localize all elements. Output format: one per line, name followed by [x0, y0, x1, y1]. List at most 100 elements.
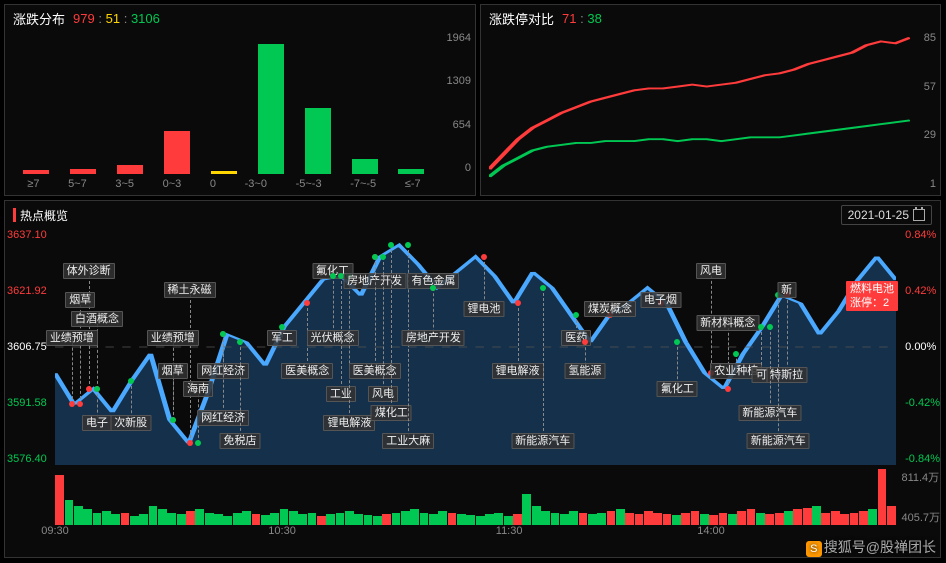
hot-tag[interactable]: 新能源汽车 [738, 405, 801, 421]
hot-tag[interactable]: 煤化工 [371, 405, 412, 421]
hot-tag[interactable]: 医美概念 [349, 363, 401, 379]
volume-bar [681, 513, 690, 525]
hot-tag[interactable]: 锂电解液 [323, 415, 375, 431]
dist-bar [70, 169, 96, 174]
volume-bar [214, 514, 223, 525]
highlight-tag[interactable]: 燃料电池 涨停：2 [846, 281, 898, 311]
hot-tag[interactable]: 业绩预增 [46, 330, 98, 346]
hot-tag[interactable]: 工业 [326, 386, 356, 402]
hot-dot [674, 339, 680, 345]
hot-tag[interactable]: 海南 [183, 381, 213, 397]
hot-volume-chart: 811.4万405.7万 [55, 469, 896, 525]
dist-bar [258, 44, 284, 174]
volume-bar [747, 509, 756, 525]
dist-x-label: 5~7 [68, 178, 87, 190]
dist-x-labels: ≥75~73~50~30-3~0-5~-3-7~-5≤-7 [13, 178, 435, 190]
hot-main-chart[interactable]: 3637.103621.923606.753591.583576.40 0.84… [55, 229, 896, 465]
volume-bar [186, 511, 195, 525]
tag-connector [375, 257, 376, 371]
dist-bar [23, 170, 49, 174]
hot-tag[interactable]: 体外诊断 [63, 263, 115, 279]
volume-bar [401, 511, 410, 525]
hot-dot [195, 440, 201, 446]
volume-bar [354, 514, 363, 525]
hot-tag[interactable]: 工业大麻 [382, 433, 434, 449]
hot-tag[interactable]: 锂电解液 [492, 363, 544, 379]
limit-chart: 8557291 [489, 32, 910, 190]
volume-bar [392, 513, 401, 525]
volume-bar [233, 513, 242, 525]
volume-bar [252, 514, 261, 525]
hot-dot [237, 339, 243, 345]
volume-bar [803, 508, 812, 525]
hot-dot [725, 386, 731, 392]
hot-tag[interactable]: 氟化工 [657, 381, 698, 397]
volume-bar [74, 506, 83, 525]
date-picker-button[interactable]: 2021-01-25 [841, 205, 932, 225]
limit-series-line [489, 38, 910, 170]
hot-right-tick: 0.42% [905, 285, 936, 297]
volume-bar [532, 506, 541, 525]
hot-tag[interactable]: 次新股 [110, 415, 151, 431]
dist-down-count: 3106 [131, 11, 160, 26]
hot-tag[interactable]: 白酒概念 [71, 311, 123, 327]
volume-bar [560, 514, 569, 525]
hot-tag[interactable]: 医美概念 [281, 363, 333, 379]
hot-tag[interactable]: 房地产开发 [402, 330, 465, 346]
tag-connector [333, 276, 334, 338]
distribution-title-row: 涨跌分布 979 : 51 : 3106 [5, 5, 475, 32]
hot-tag[interactable]: 新材料概念 [696, 315, 759, 331]
hot-tag[interactable]: 电子烟 [640, 292, 681, 308]
hot-tag[interactable]: 网红经济 [197, 410, 249, 426]
hot-right-axis: 0.84%0.42%0.00%-0.42%-0.84% [905, 229, 940, 465]
hot-dot [430, 285, 436, 291]
hot-tag[interactable]: 氢能源 [564, 363, 605, 379]
hot-tag[interactable]: 新能源汽车 [747, 433, 810, 449]
dist-bars [13, 44, 435, 174]
hot-tag[interactable]: 烟草 [65, 292, 95, 308]
volume-bar [653, 513, 662, 525]
volume-bar [476, 516, 485, 525]
volume-bar [270, 513, 279, 525]
volume-bar [812, 506, 821, 525]
hot-tag[interactable]: 风电 [368, 386, 398, 402]
hot-tag[interactable]: 锂电池 [463, 301, 504, 317]
volume-bar [691, 511, 700, 525]
volume-bar [457, 514, 466, 525]
hot-right-tick: 0.00% [905, 341, 936, 353]
hot-tag[interactable]: 新能源汽车 [511, 433, 574, 449]
hot-tag[interactable]: 稀土永磁 [164, 282, 216, 298]
hot-tag[interactable]: 免税店 [220, 433, 261, 449]
tag-connector [223, 334, 224, 417]
volume-bar [569, 511, 578, 525]
limit-y-ticks: 8557291 [924, 32, 936, 190]
volume-bar [887, 506, 896, 525]
hot-tag[interactable]: 新 [777, 282, 796, 298]
volume-bar [616, 509, 625, 525]
hot-dot [515, 300, 521, 306]
volume-bar [373, 516, 382, 525]
volume-bar [177, 514, 186, 525]
volume-bar [149, 506, 158, 525]
hot-tag[interactable]: 烟草 [158, 363, 188, 379]
hot-tag[interactable]: 煤炭概念 [584, 301, 636, 317]
hot-tag[interactable]: 光伏概念 [307, 330, 359, 346]
hot-tag[interactable]: 电子 [82, 415, 112, 431]
volume-bar [607, 511, 616, 525]
volume-bar [868, 509, 877, 525]
hot-tag[interactable]: 特斯拉 [766, 367, 807, 383]
dist-y-tick: 0 [465, 162, 471, 174]
dist-x-label: 3~5 [115, 178, 134, 190]
hot-tag[interactable]: 业绩预增 [147, 330, 199, 346]
hot-tag[interactable]: 风电 [696, 263, 726, 279]
hot-dot [733, 351, 739, 357]
hot-time-axis: 09:3010:3011:3014:00 [55, 525, 896, 541]
time-label: 14:00 [697, 525, 725, 537]
tag-connector [383, 257, 384, 395]
hot-tag[interactable]: 军工 [267, 330, 297, 346]
hot-left-tick: 3621.92 [7, 285, 47, 297]
volume-bar [438, 511, 447, 525]
volume-bar [382, 514, 391, 525]
limit-up-count: 71 [562, 11, 576, 26]
limit-y-tick: 1 [930, 178, 936, 190]
